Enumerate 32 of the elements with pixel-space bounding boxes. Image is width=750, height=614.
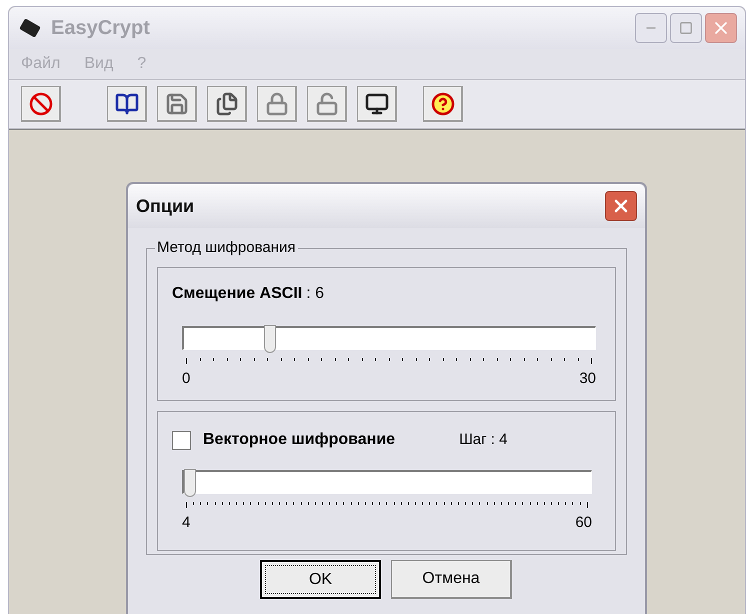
toolbar-button[interactable] — [357, 86, 397, 122]
toolbar-button[interactable] — [107, 86, 147, 122]
max-label: 60 — [575, 513, 592, 533]
slider-thumb[interactable] — [264, 325, 276, 353]
menu-item[interactable]: Файл — [21, 52, 60, 76]
close-button[interactable] — [605, 191, 637, 221]
maximize-icon — [679, 21, 693, 35]
slider-thumb[interactable] — [184, 469, 196, 497]
close-button[interactable] — [705, 13, 737, 43]
dialog-button[interactable]: OK — [260, 560, 381, 599]
dialog-title: Опции — [136, 194, 194, 218]
padlock-icon — [264, 92, 288, 116]
menu-item[interactable]: Вид — [84, 52, 114, 76]
min-label: 4 — [182, 513, 190, 533]
dialog-button[interactable]: Отмена — [391, 560, 512, 599]
vector-label: Векторное шифрование — [203, 430, 396, 450]
documents-icon — [214, 92, 238, 116]
max-label: 30 — [579, 369, 596, 389]
help-icon — [430, 92, 454, 116]
checkbox[interactable] — [172, 430, 191, 450]
ascii-label: Смещение ASCII — [172, 284, 302, 304]
toolbar-button[interactable] — [207, 86, 247, 122]
menu-item[interactable]: ? — [137, 52, 146, 76]
step-value: Шаг : 4 — [459, 430, 508, 450]
window-title: EasyCrypt — [51, 16, 150, 41]
computer-icon — [364, 92, 388, 116]
book-icon — [114, 92, 138, 116]
ascii-value: : 6 — [306, 284, 324, 304]
min-label: 0 — [182, 369, 190, 389]
maximize-button[interactable] — [670, 13, 702, 43]
open-padlock-icon — [314, 92, 338, 116]
prohibited-icon — [28, 92, 52, 116]
